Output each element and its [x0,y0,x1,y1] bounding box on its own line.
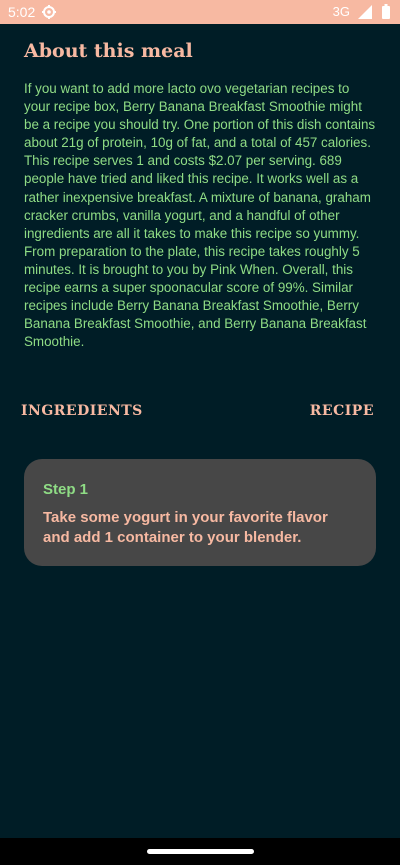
network-type: 3G [332,4,350,19]
status-time: 5:02 [8,4,36,20]
step-card: Step 1 Take some yogurt in your favorite… [24,459,376,566]
page-title: About this meal [24,40,193,62]
status-bar: 5:02 3G [0,0,400,24]
tab-recipe[interactable]: RECIPE [310,403,374,419]
tab-ingredients[interactable]: INGREDIENTS [21,403,143,419]
battery-icon [382,4,390,19]
signal-icon [358,5,372,19]
home-handle[interactable] [147,849,254,854]
navigation-bar [0,838,400,865]
meal-summary: If you want to add more lacto ovo vegeta… [24,81,376,350]
step-text: Take some yogurt in your favorite flavor… [43,509,328,546]
step-title: Step 1 [43,481,89,498]
gear-icon [42,5,56,19]
